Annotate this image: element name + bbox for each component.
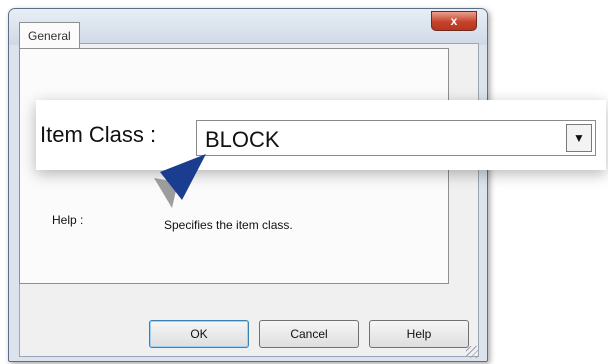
help-button[interactable]: Help xyxy=(369,320,469,348)
item-class-select[interactable]: BLOCK ▼ xyxy=(196,120,596,156)
cancel-button[interactable]: Cancel xyxy=(259,320,359,348)
tab-general-label: General xyxy=(28,29,71,43)
resize-grip[interactable] xyxy=(466,346,478,358)
zoom-callout: Item Class : BLOCK ▼ xyxy=(36,100,606,170)
dropdown-button[interactable]: ▼ xyxy=(566,124,592,152)
item-class-value: BLOCK xyxy=(205,127,280,152)
tab-general[interactable]: General xyxy=(19,22,80,49)
help-label: Help : xyxy=(52,213,84,227)
title-bar[interactable]: P3 x xyxy=(9,9,487,45)
close-icon: x xyxy=(450,14,458,28)
pointer-arrow-icon xyxy=(154,154,206,208)
ok-button[interactable]: OK xyxy=(149,320,249,348)
item-class-label: Item Class : xyxy=(40,122,157,147)
help-text: Specifies the item class. xyxy=(164,218,293,232)
close-button[interactable]: x xyxy=(431,11,477,31)
chevron-down-icon: ▼ xyxy=(573,131,585,145)
